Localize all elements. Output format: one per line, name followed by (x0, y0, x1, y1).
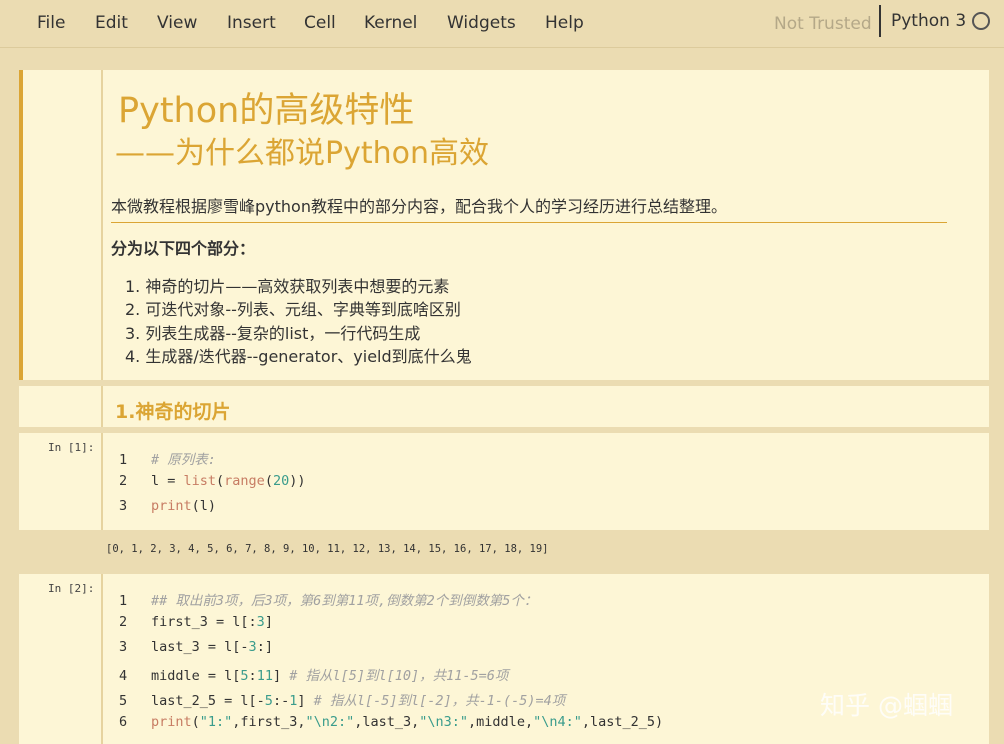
cell-gutter-divider (101, 574, 103, 744)
code-line[interactable]: 3 print(l) (119, 498, 216, 514)
menu-kernel[interactable]: Kernel (364, 13, 417, 33)
list-item: 3. 列表生成器--复杂的list，一行代码生成 (125, 323, 421, 343)
code-builtin: print (151, 498, 192, 514)
menubar: File Edit View Insert Cell Kernel Widget… (0, 0, 1004, 48)
list-item: 2. 可迭代对象--列表、元组、字典等到底啥区别 (125, 300, 461, 320)
line-number: 2 (119, 473, 128, 489)
code-comment: # 原列表: (151, 452, 216, 468)
code-line[interactable]: 5 last_2_5 = l[-5:-1] # 指从l[-5]到l[-2]，共-1… (119, 689, 565, 709)
menu-file[interactable]: File (37, 13, 65, 33)
code-string: "\n4:" (533, 714, 582, 730)
code-token: ] (272, 668, 290, 684)
menu-help[interactable]: Help (545, 13, 584, 33)
code-token: ( (264, 473, 273, 489)
code-token: middle = l[ (151, 668, 241, 684)
code-token: :] (256, 639, 273, 655)
code-number: 5 (264, 693, 273, 709)
menu-view[interactable]: View (157, 13, 197, 33)
code-token: ,first_3, (232, 714, 306, 730)
code-number: 3 (248, 639, 257, 655)
markdown-cell-heading[interactable]: 1.神奇的切片 (19, 386, 989, 427)
code-builtin: list (183, 473, 217, 489)
code-builtin: print (151, 714, 192, 730)
code-number: 5 (240, 668, 249, 684)
line-number: 6 (119, 714, 128, 730)
code-token: ] (297, 693, 314, 709)
line-number: 1 (119, 593, 128, 609)
code-string: "1:" (199, 714, 233, 730)
menu-widgets[interactable]: Widgets (447, 13, 516, 33)
markdown-cell-intro[interactable]: Python的高级特性 ——为什么都说Python高效 本微教程根据廖雪峰pyt… (19, 70, 989, 380)
code-line[interactable]: 2 first_3 = l[:3] (119, 614, 273, 630)
cell-output: [0, 1, 2, 3, 4, 5, 6, 7, 8, 9, 10, 11, 1… (106, 543, 549, 555)
code-token: :- (272, 693, 290, 709)
code-line[interactable]: 4 middle = l[5:11] # 指从l[5]到l[10]，共11-5=6… (119, 664, 508, 684)
cell-gutter-divider (101, 433, 103, 530)
code-comment: # 指从l[5]到l[10]，共11-5=6项 (289, 668, 509, 684)
code-token: ] (264, 614, 273, 630)
line-number: 1 (119, 452, 128, 468)
code-token: l = (151, 473, 184, 489)
input-prompt: In [1]: (48, 441, 95, 454)
kernel-divider (879, 5, 881, 37)
kernel-idle-icon (972, 12, 990, 30)
list-item: 1. 神奇的切片——高效获取列表中想要的元素 (125, 277, 450, 296)
line-number: 5 (119, 693, 128, 709)
menu-cell[interactable]: Cell (304, 13, 336, 33)
code-token: ( (216, 473, 225, 489)
section-heading: 分为以下四个部分： (111, 239, 256, 258)
code-line[interactable]: 1 # 原列表: (119, 448, 216, 468)
code-string: "\n2:" (305, 714, 355, 730)
code-line[interactable]: 2l = list(range(20)) (119, 473, 305, 489)
code-token: ,last_2_5) (581, 714, 664, 730)
line-number: 3 (119, 639, 128, 655)
cell-selected-indicator (19, 70, 23, 380)
kernel-name[interactable]: Python 3 (891, 11, 966, 31)
line-number: 4 (119, 668, 128, 684)
code-token: (l) (191, 498, 217, 514)
line-number: 3 (119, 498, 128, 514)
watermark: 知乎 @蝈蝈 (820, 691, 953, 720)
horizontal-rule (111, 222, 947, 223)
intro-text: 本微教程根据廖雪峰python教程中的部分内容，配合我个人的学习经历进行总结整理… (111, 197, 727, 216)
code-number: 3 (256, 614, 265, 630)
code-number: 11 (256, 668, 273, 684)
code-number: 20 (272, 473, 290, 489)
code-token: last_3 = l[- (151, 639, 249, 655)
section-title: 1.神奇的切片 (115, 401, 231, 423)
code-token: ,middle, (468, 714, 534, 730)
menu-insert[interactable]: Insert (227, 13, 276, 33)
contents-list: 1. 神奇的切片——高效获取列表中想要的元素 2. 可迭代对象--列表、元组、字… (125, 275, 472, 368)
code-line[interactable]: 6 print("1:",first_3,"\n2:",last_3,"\n3:"… (119, 714, 663, 730)
code-line[interactable]: 3 last_3 = l[-3:] (119, 639, 273, 655)
input-prompt: In [2]: (48, 582, 95, 595)
cell-gutter-divider (101, 70, 103, 380)
cell-gutter-divider (101, 386, 103, 427)
code-token: ,last_3, (354, 714, 420, 730)
code-token: )) (289, 473, 306, 489)
code-line[interactable]: 1 ## 取出前3项，后3项，第6到第11项,倒数第2个到倒数第5个： (119, 589, 537, 609)
menu-edit[interactable]: Edit (95, 13, 128, 33)
code-token: first_3 = l[: (151, 614, 257, 630)
line-number: 2 (119, 614, 128, 630)
trust-status-button[interactable]: Not Trusted (774, 14, 872, 34)
code-token: : (248, 668, 257, 684)
code-comment: ## 取出前3项，后3项，第6到第11项,倒数第2个到倒数第5个： (151, 593, 538, 609)
code-token: last_2_5 = l[- (151, 693, 265, 709)
list-item: 4. 生成器/迭代器--generator、yield到底什么鬼 (125, 346, 472, 366)
notebook-title: Python的高级特性 (118, 91, 415, 131)
notebook-subtitle: ——为什么都说Python高效 (115, 136, 489, 171)
code-string: "\n3:" (419, 714, 469, 730)
code-builtin: range (224, 473, 265, 489)
code-cell-1[interactable]: In [1]: 1 # 原列表: 2l = list(range(20)) 3 pr… (19, 433, 989, 530)
code-comment: # 指从l[-5]到l[-2]，共-1-(-5)=4项 (313, 693, 566, 709)
code-token: ( (191, 714, 200, 730)
